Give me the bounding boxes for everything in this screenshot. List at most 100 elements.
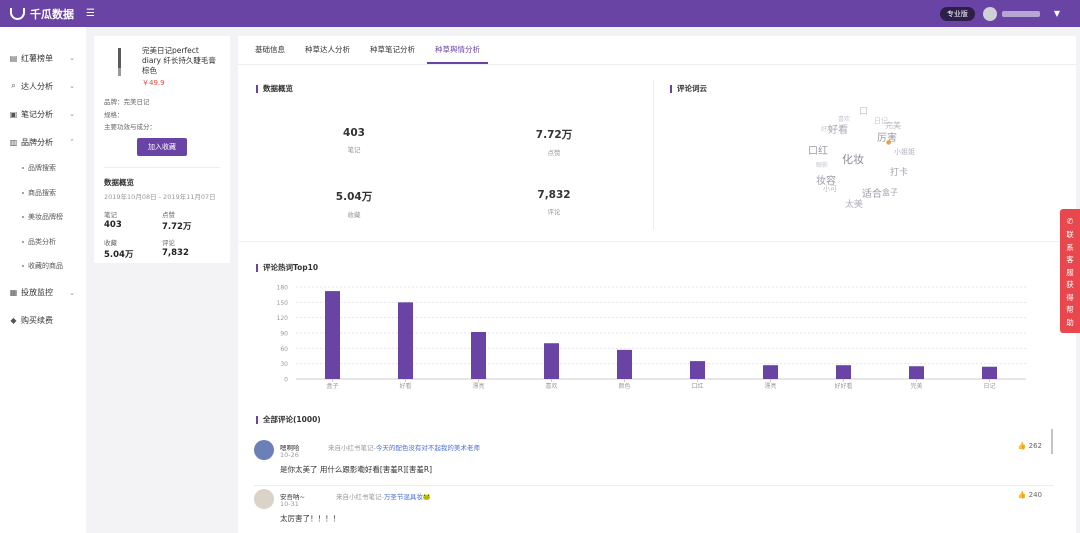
- wordcloud-title: 评论词云: [670, 85, 707, 93]
- card-stats-grid: 笔记 403 点赞 7.72万收藏 5.04万 评论 7,832: [104, 209, 220, 260]
- card-stat: 点赞 7.72万: [162, 209, 220, 232]
- scrollbar[interactable]: [1051, 429, 1053, 454]
- avatar[interactable]: [254, 489, 274, 509]
- wordcloud-word: 打卡: [890, 168, 909, 178]
- comments-title: 全部评论(1000): [256, 416, 321, 424]
- sidebar-item[interactable]: ▥ 品牌分析 ⌃: [0, 128, 86, 156]
- bar[interactable]: [982, 366, 997, 379]
- sidebar-subitem[interactable]: 美妆品牌榜: [0, 205, 86, 230]
- bar[interactable]: [763, 365, 778, 379]
- wordcloud-word: 喜欢: [838, 116, 851, 123]
- x-tick-label: 好看: [399, 382, 411, 390]
- chevron-icon: ⌄: [69, 82, 75, 90]
- app-logo[interactable]: 千瓜数据: [10, 6, 74, 22]
- user-name-blurred[interactable]: [1001, 10, 1040, 17]
- y-tick-label: 30: [280, 361, 288, 368]
- sidebar-item-label: 购买续费: [21, 316, 53, 325]
- card-stat-value: 403: [104, 219, 122, 230]
- bullet-icon: [22, 240, 24, 243]
- menu-toggle-icon[interactable]: ☰: [86, 8, 95, 19]
- product-card: 完美日记perfect diary 纤长持久睫毛膏 棕色 ￥49.9 品牌：完美…: [94, 36, 230, 263]
- bar[interactable]: [617, 349, 632, 379]
- card-stat-label: 评论: [162, 238, 175, 247]
- card-stat-value: 5.04万: [104, 249, 134, 260]
- comment-source-prefix: 来自小红书笔记-: [336, 493, 384, 501]
- sidebar-subitem-label: 美妆品牌榜: [28, 213, 63, 222]
- sidebar-item[interactable]: ▣ 笔记分析 ⌄: [0, 100, 86, 128]
- comment-note-link[interactable]: 今天的配色没有对不起我的美术老师: [376, 444, 480, 452]
- add-favorite-button[interactable]: 加入收藏: [137, 137, 187, 156]
- bar[interactable]: [909, 366, 924, 379]
- product-image: [104, 46, 134, 78]
- bar[interactable]: [471, 331, 486, 379]
- bar[interactable]: [836, 365, 851, 379]
- wordcloud-word: 适合: [862, 189, 882, 200]
- sidebar-item[interactable]: ⌕ 达人分析 ⌄: [0, 72, 86, 100]
- sidebar-subitem[interactable]: 品牌搜索: [0, 156, 86, 181]
- comment-item: 安吾呐~ 来自小红书笔记-万圣节混具妆🐸 10-31 太厉害了！！！！ 👍 240: [254, 489, 1054, 529]
- bar[interactable]: [398, 302, 413, 379]
- divider: [238, 241, 1076, 242]
- tab-2[interactable]: 种草笔记分析: [362, 36, 423, 64]
- card-stat-label: 收藏: [104, 238, 117, 247]
- bar[interactable]: [325, 291, 340, 379]
- sidebar-subitem[interactable]: 收藏的商品: [0, 254, 86, 279]
- divider: [254, 485, 1054, 486]
- kpi-value: 7.72万: [535, 129, 573, 141]
- note-icon: ▣: [9, 109, 18, 119]
- top-bar: 千瓜数据 ☰ 专业版 ▼: [0, 0, 1080, 27]
- kpi: 403 笔记: [314, 127, 394, 154]
- y-tick-label: 90: [280, 331, 288, 338]
- list-icon: ▤: [9, 53, 18, 63]
- sidebar-item[interactable]: ▤ 红薯榜单 ⌄: [0, 44, 86, 72]
- card-overview-title: 数据概览: [104, 177, 134, 187]
- caret-down-icon[interactable]: ▼: [1054, 9, 1060, 18]
- bar[interactable]: [544, 343, 559, 379]
- sidebar-item[interactable]: ◆ 购买续费: [0, 307, 86, 335]
- kpi: 7.72万 点赞: [514, 127, 594, 157]
- avatar[interactable]: [254, 440, 274, 460]
- edition-badge[interactable]: 专业版: [939, 6, 975, 21]
- tab-0[interactable]: 基础信息: [247, 36, 293, 64]
- tab-3[interactable]: 种草舆情分析: [427, 36, 488, 64]
- wordcloud-word: 口红: [808, 146, 828, 157]
- kpi-label: 收藏: [347, 211, 361, 219]
- user-avatar[interactable]: [982, 6, 997, 21]
- chevron-icon: ⌄: [69, 288, 75, 297]
- card-stat: 收藏 5.04万: [104, 237, 162, 260]
- x-tick-label: 漂亮: [472, 382, 484, 390]
- kpi-label: 评论: [547, 208, 561, 216]
- wordcloud-word: 小姐姐: [894, 148, 915, 156]
- wordcloud-word: 好看: [828, 125, 848, 136]
- card-overview-date: 2019年10月08日 - 2019年11月07日: [104, 192, 216, 201]
- emoji-icon: ●: [886, 139, 892, 146]
- chevron-icon: ⌄: [69, 54, 75, 62]
- thumbs-up-icon: 👍: [1017, 491, 1027, 499]
- sidebar-subitem-label: 商品搜索: [28, 188, 56, 197]
- kpi: 5.04万 收藏: [314, 189, 394, 219]
- like-value: 262: [1028, 442, 1042, 450]
- sidebar-subitem[interactable]: 商品搜索: [0, 181, 86, 206]
- overview-title: 数据概览: [256, 85, 293, 93]
- x-tick-label: 口红: [691, 382, 703, 390]
- comment-note-link[interactable]: 万圣节混具妆🐸: [384, 493, 431, 501]
- contact-help-button[interactable]: ✆ 联系客服获得帮助: [1060, 209, 1080, 333]
- kpi: 7,832 评论: [514, 189, 594, 216]
- sidebar-item-label: 投放监控: [21, 288, 53, 297]
- card-stat-value: 7.72万: [162, 221, 192, 232]
- bullet-icon: [22, 191, 24, 194]
- kpi-label: 笔记: [347, 146, 361, 154]
- wordcloud-word: 盒子: [882, 188, 898, 197]
- sidebar-subitem-label: 品类分析: [28, 237, 56, 246]
- card-stat-label: 笔记: [104, 210, 117, 219]
- product-name[interactable]: 完美日记perfect diary 纤长持久睫毛膏 棕色: [142, 46, 220, 76]
- bar[interactable]: [690, 361, 705, 379]
- wordcloud-word: 太美: [845, 200, 864, 210]
- sidebar-subitem[interactable]: 品类分析: [0, 230, 86, 255]
- kpi-value: 403: [343, 127, 365, 139]
- tab-1[interactable]: 种草达人分析: [297, 36, 358, 64]
- sidebar-item[interactable]: ▦ 投放监控 ⌄: [0, 279, 86, 307]
- card-stat-value: 7,832: [162, 247, 189, 258]
- y-tick-label: 180: [277, 285, 289, 292]
- card-stat: 评论 7,832: [162, 237, 220, 260]
